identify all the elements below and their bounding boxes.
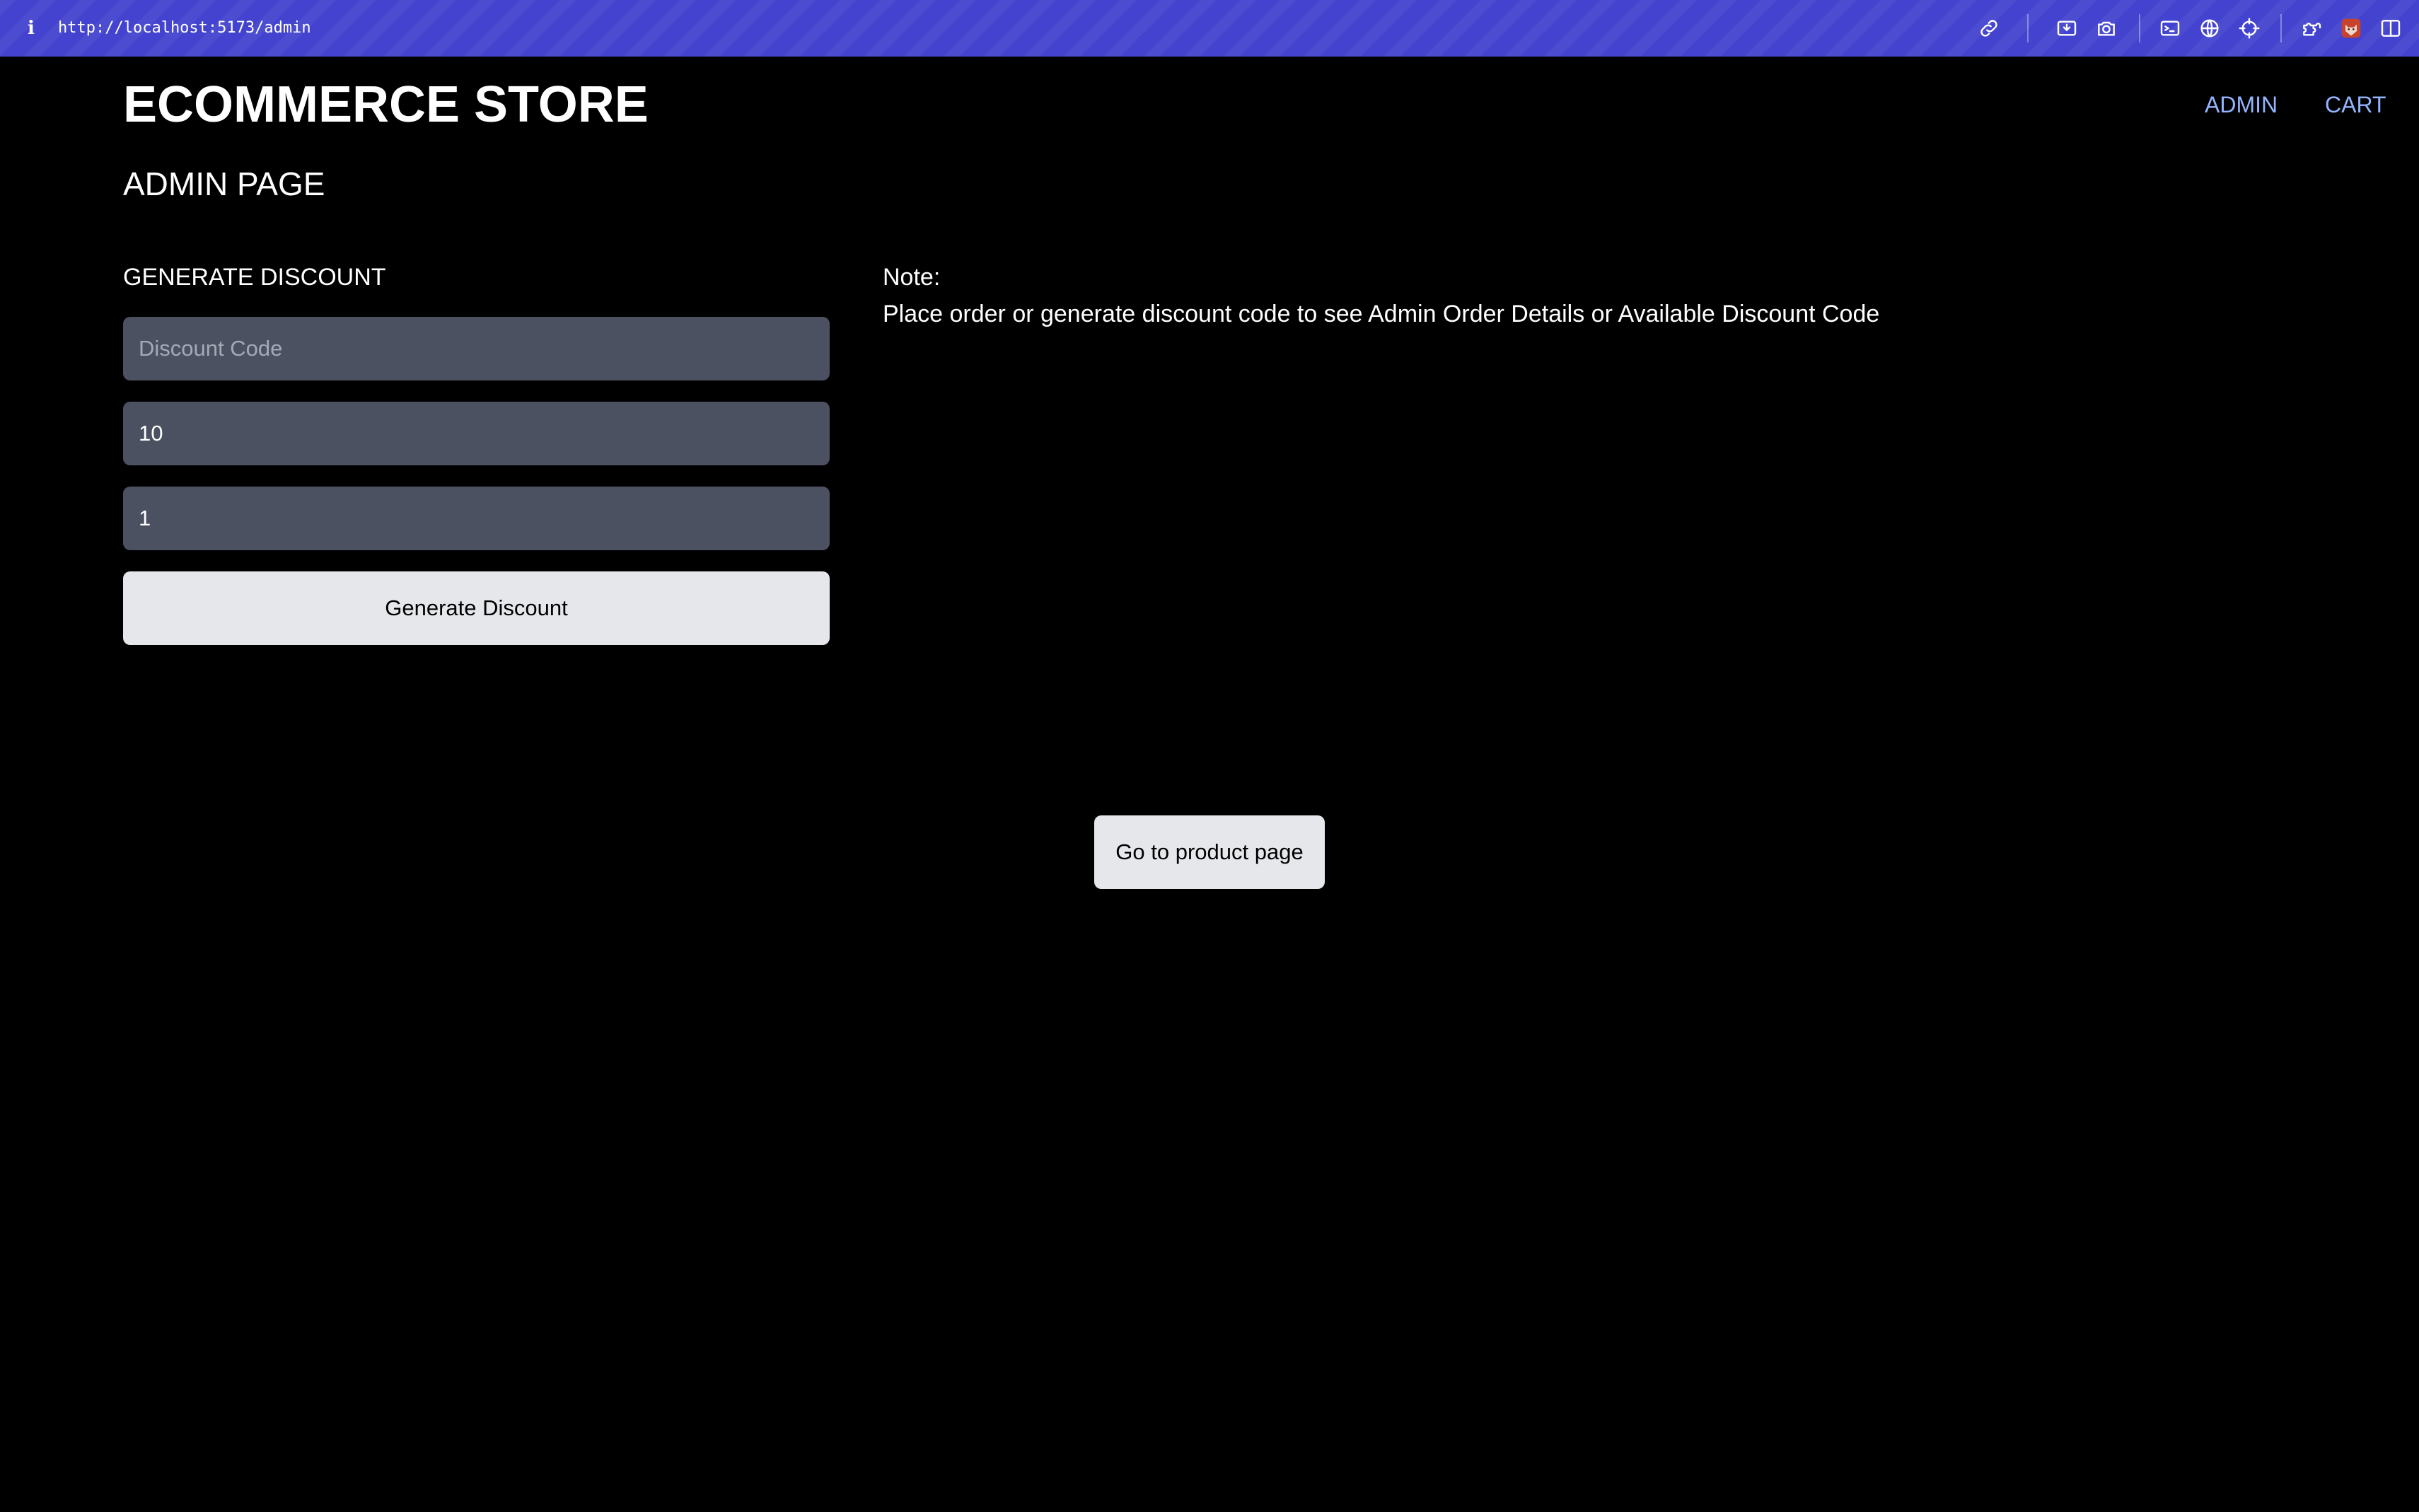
link-icon[interactable] [1976, 16, 2002, 41]
site-info-icon[interactable]: i [24, 16, 38, 41]
sidebar-toggle-icon[interactable] [2378, 16, 2403, 41]
fox-avatar-icon[interactable] [2338, 16, 2364, 41]
toolbar-separator [2027, 14, 2029, 42]
note-label: Note: [883, 264, 941, 291]
page-title: ADMIN PAGE [123, 165, 325, 202]
browser-toolbar: i http://localhost:5173/admin [0, 0, 2419, 57]
store-title: ECOMMERCE STORE [123, 76, 649, 133]
discount-code-input[interactable] [123, 317, 830, 380]
note-text: Place order or generate discount code to… [883, 301, 1880, 327]
discount-count-input[interactable] [123, 487, 830, 550]
section-title: GENERATE DISCOUNT [123, 264, 386, 291]
toolbar-separator [2280, 14, 2282, 42]
go-to-product-page-button[interactable]: Go to product page [1094, 815, 1325, 889]
extensions-icon[interactable] [2299, 16, 2324, 41]
nav-link-admin[interactable]: ADMIN [2205, 89, 2278, 120]
camera-icon[interactable] [2094, 16, 2119, 41]
discount-percent-input[interactable] [123, 402, 830, 465]
download-icon[interactable] [2054, 16, 2079, 41]
generate-discount-button[interactable]: Generate Discount [123, 571, 830, 645]
terminal-icon[interactable] [2157, 16, 2183, 41]
nav-link-cart[interactable]: CART [2325, 89, 2386, 120]
address-bar-url[interactable]: http://localhost:5173/admin [58, 16, 311, 41]
toolbar-separator [2139, 14, 2140, 42]
crosshair-icon[interactable] [2237, 16, 2262, 41]
globe-icon[interactable] [2197, 16, 2222, 41]
